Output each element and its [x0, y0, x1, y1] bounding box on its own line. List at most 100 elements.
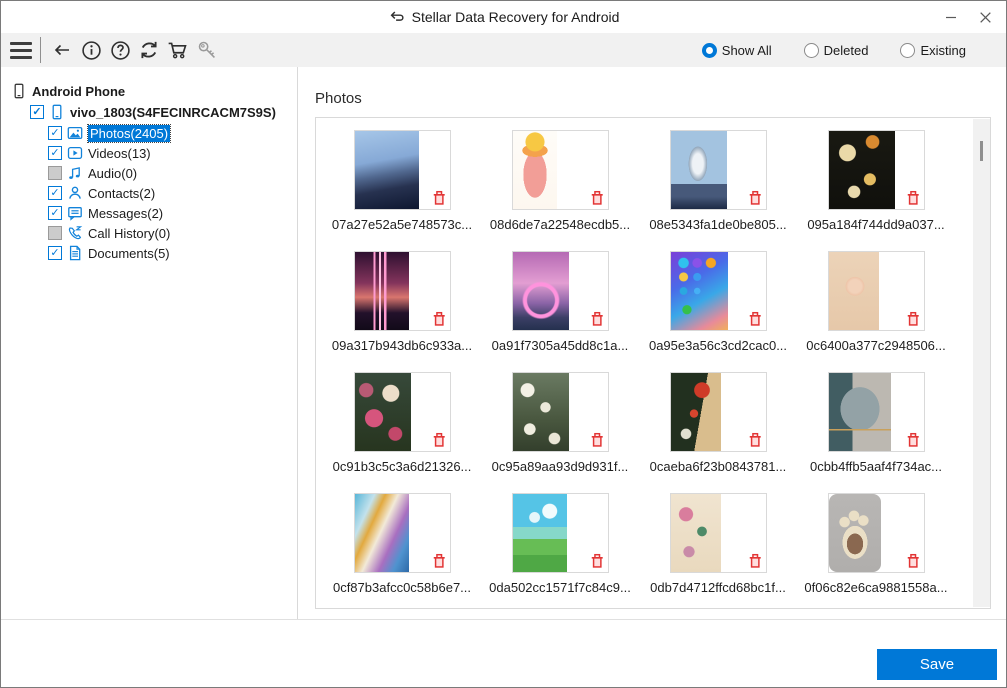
photo-cell[interactable]: 08e5343fa1de0be805...: [639, 130, 797, 251]
trash-icon[interactable]: [747, 553, 763, 569]
app-body: Android Phone vivo_1803(S4FECINRCACM7S9S…: [1, 67, 1006, 619]
tree-item-photos-2405[interactable]: Photos(2405): [1, 123, 297, 143]
filter-radio-existing[interactable]: Existing: [900, 43, 966, 58]
minimize-button[interactable]: [934, 1, 968, 33]
photo-cell[interactable]: 0f06c82e6ca9881558a...: [797, 493, 955, 609]
app-window: Stellar Data Recovery for Android: [0, 0, 1007, 688]
trash-icon[interactable]: [905, 553, 921, 569]
tree-item-audio-0[interactable]: Audio(0): [1, 163, 297, 183]
device-phone-icon: [49, 104, 65, 120]
photo-cell[interactable]: 08d6de7a22548ecdb5...: [481, 130, 639, 251]
photo-card[interactable]: [670, 130, 767, 210]
trash-icon[interactable]: [589, 553, 605, 569]
photo-card[interactable]: [512, 130, 609, 210]
photo-cell[interactable]: 0c95a89aa93d9d931f...: [481, 372, 639, 493]
videos-icon: [67, 145, 83, 161]
photo-cell[interactable]: 0cbb4ffb5aaf4f734ac...: [797, 372, 955, 493]
photo-card[interactable]: [828, 493, 925, 573]
tree-item-label: Contacts(2): [88, 186, 155, 201]
help-button[interactable]: [108, 37, 132, 63]
tree-checkbox[interactable]: [48, 166, 62, 180]
tree-item-messages-2[interactable]: Messages(2): [1, 203, 297, 223]
refresh-icon: [138, 39, 160, 61]
photo-thumbnail: [513, 373, 569, 451]
trash-icon[interactable]: [431, 311, 447, 327]
photo-thumbnail: [829, 252, 879, 330]
filter-radio-show-all[interactable]: Show All: [702, 43, 772, 58]
photo-cell[interactable]: 0cf87b3afcc0c58b6e7...: [323, 493, 481, 609]
photo-thumbnail: [513, 494, 567, 572]
back-button[interactable]: [50, 37, 74, 63]
trash-icon[interactable]: [747, 432, 763, 448]
trash-icon[interactable]: [905, 432, 921, 448]
photo-filename: 0da502cc1571f7c84c9...: [489, 580, 631, 595]
trash-icon[interactable]: [747, 190, 763, 206]
trash-icon[interactable]: [589, 190, 605, 206]
radio-icon[interactable]: [702, 43, 717, 58]
tree-item-device[interactable]: vivo_1803(S4FECINRCACM7S9S): [1, 102, 297, 122]
tree-checkbox[interactable]: [48, 186, 62, 200]
tree-item-videos-13[interactable]: Videos(13): [1, 143, 297, 163]
save-button[interactable]: Save: [877, 649, 997, 680]
photo-cell[interactable]: 09a317b943db6c933a...: [323, 251, 481, 372]
photo-cell[interactable]: 0a91f7305a45dd8c1a...: [481, 251, 639, 372]
photo-card[interactable]: [512, 493, 609, 573]
photo-cell[interactable]: 095a184f744dd9a037...: [797, 130, 955, 251]
radio-icon[interactable]: [804, 43, 819, 58]
scrollbar-thumb[interactable]: [980, 141, 983, 161]
tree-item-call-history-0[interactable]: Call History(0): [1, 223, 297, 243]
photo-cell[interactable]: 0a95e3a56c3cd2cac0...: [639, 251, 797, 372]
photo-thumbnail: [355, 373, 411, 451]
photo-card[interactable]: [670, 372, 767, 452]
photo-thumbnail: [671, 252, 728, 330]
photo-card[interactable]: [828, 251, 925, 331]
photo-cell[interactable]: 0c6400a377c2948506...: [797, 251, 955, 372]
tree-checkbox[interactable]: [48, 226, 62, 240]
filter-radio-deleted[interactable]: Deleted: [804, 43, 869, 58]
info-icon: [81, 40, 102, 61]
photo-card[interactable]: [670, 251, 767, 331]
trash-icon[interactable]: [589, 311, 605, 327]
radio-icon[interactable]: [900, 43, 915, 58]
photo-cell[interactable]: 0caeba6f23b0843781...: [639, 372, 797, 493]
tree-item-contacts-2[interactable]: Contacts(2): [1, 183, 297, 203]
tree-checkbox[interactable]: [48, 126, 62, 140]
close-button[interactable]: [968, 1, 1002, 33]
photo-card[interactable]: [354, 372, 451, 452]
photo-card[interactable]: [670, 493, 767, 573]
trash-icon[interactable]: [905, 190, 921, 206]
photo-cell[interactable]: 0da502cc1571f7c84c9...: [481, 493, 639, 609]
photo-card[interactable]: [354, 493, 451, 573]
photo-grid-container: 07a27e52a5e748573c... 08d6de7a22548ecdb5…: [315, 117, 991, 609]
cart-button[interactable]: [166, 37, 190, 63]
photo-card[interactable]: [828, 372, 925, 452]
photo-card[interactable]: [354, 130, 451, 210]
photo-cell[interactable]: 07a27e52a5e748573c...: [323, 130, 481, 251]
trash-icon[interactable]: [431, 190, 447, 206]
photo-cell[interactable]: 0c91b3c5c3a6d21326...: [323, 372, 481, 493]
activation-key-button[interactable]: [195, 37, 219, 63]
photos-icon: [67, 125, 83, 141]
trash-icon[interactable]: [589, 432, 605, 448]
vertical-scrollbar[interactable]: [973, 119, 990, 607]
trash-icon[interactable]: [431, 553, 447, 569]
photo-card[interactable]: [512, 251, 609, 331]
tree-item-android-phone[interactable]: Android Phone: [1, 81, 297, 101]
photo-cell[interactable]: 0db7d4712ffcd68bc1f...: [639, 493, 797, 609]
photo-thumbnail: [671, 131, 727, 209]
photo-card[interactable]: [354, 251, 451, 331]
trash-icon[interactable]: [905, 311, 921, 327]
tree-checkbox[interactable]: [48, 246, 62, 260]
trash-icon[interactable]: [431, 432, 447, 448]
audio-icon: [67, 165, 83, 181]
refresh-button[interactable]: [137, 37, 161, 63]
trash-icon[interactable]: [747, 311, 763, 327]
tree-checkbox[interactable]: [48, 146, 62, 160]
tree-item-documents-5[interactable]: Documents(5): [1, 243, 297, 263]
photo-card[interactable]: [512, 372, 609, 452]
device-checkbox[interactable]: [30, 105, 44, 119]
photo-card[interactable]: [828, 130, 925, 210]
menu-button[interactable]: [9, 37, 33, 63]
info-button[interactable]: [79, 37, 103, 63]
tree-checkbox[interactable]: [48, 206, 62, 220]
